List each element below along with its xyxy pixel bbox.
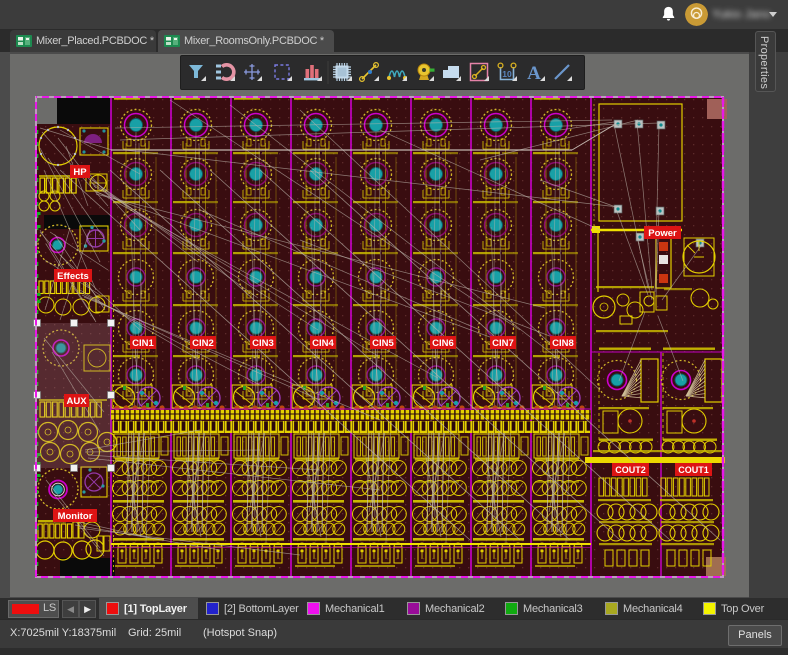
- svg-text:A: A: [527, 63, 541, 84]
- svg-text:Power: Power: [648, 228, 677, 239]
- svg-text:CIN7: CIN7: [492, 338, 514, 349]
- svg-text:Monitor: Monitor: [58, 511, 93, 522]
- svg-text:HP: HP: [73, 167, 87, 178]
- svg-text:CIN3: CIN3: [252, 338, 274, 349]
- svg-text:CIN8: CIN8: [552, 338, 574, 349]
- svg-text:CIN6: CIN6: [432, 338, 454, 349]
- svg-text:Effects: Effects: [57, 271, 89, 282]
- svg-text:CIN4: CIN4: [312, 338, 334, 349]
- svg-text:COUT1: COUT1: [678, 465, 709, 475]
- svg-text:CIN5: CIN5: [372, 338, 394, 349]
- svg-text:COUT2: COUT2: [615, 465, 646, 475]
- svg-text:CIN2: CIN2: [192, 338, 214, 349]
- svg-text:10: 10: [502, 69, 512, 79]
- svg-text:CIN1: CIN1: [132, 338, 154, 349]
- svg-text:AUX: AUX: [66, 396, 87, 407]
